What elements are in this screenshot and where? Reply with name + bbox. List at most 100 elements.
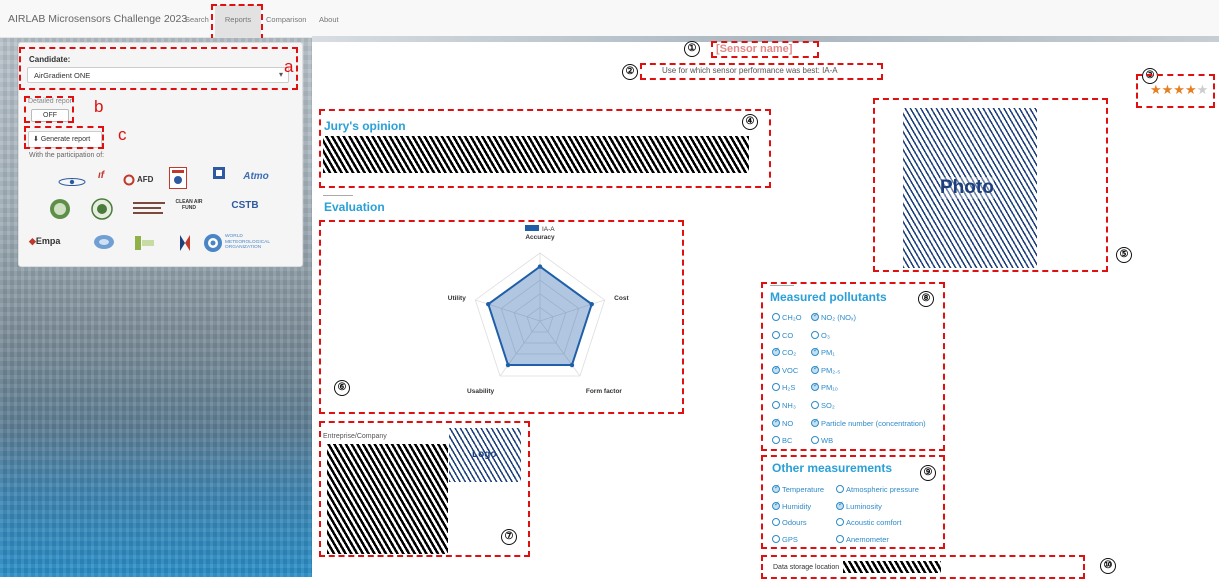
nav-about[interactable]: About <box>319 15 339 24</box>
annotation-box-reports <box>211 4 263 40</box>
nav-comparison[interactable]: Comparison <box>266 15 306 24</box>
partner-logo-clean-air-fund: CLEAN AIR FUND <box>175 199 203 211</box>
evaluation-title: Evaluation <box>324 200 385 214</box>
checked-circle-icon <box>772 417 780 427</box>
measurement-item: Atmospheric pressure <box>836 485 919 494</box>
partner-logo-afd: AFD <box>123 174 159 190</box>
unchecked-circle-icon <box>772 401 780 409</box>
radar-axis-label: Cost <box>614 295 629 302</box>
checked-circle-icon <box>772 346 780 357</box>
unchecked-circle-icon <box>772 313 780 321</box>
radar-data-point <box>569 362 575 368</box>
measurement-item: Humidity <box>772 500 812 511</box>
measured-pollutants-title: Measured pollutants <box>770 290 887 304</box>
pollutant-label: SO₂ <box>821 401 835 410</box>
nav-search[interactable]: Search <box>185 15 209 24</box>
rating-stars-filled: ★★★★ <box>1150 82 1197 97</box>
measurement-label: GPS <box>782 534 798 544</box>
partner-logo-afd-text: AFD <box>136 174 154 184</box>
partner-logo-wmo-emblem <box>203 233 223 253</box>
annotation-box-c <box>24 126 104 149</box>
pollutant-item: NH₃ <box>772 401 796 410</box>
checked-circle-icon <box>811 364 819 374</box>
partner-logo-gov <box>177 233 193 253</box>
partner-logo-cstb: CSTB <box>231 200 259 211</box>
annotation-number-7: ⑦ <box>501 529 517 545</box>
radar-data-point <box>486 301 491 307</box>
annotation-number-2: ② <box>622 64 638 80</box>
partner-logo-badge <box>93 234 115 250</box>
pollutant-item: WB <box>811 436 833 445</box>
checked-circle-icon <box>811 417 819 427</box>
radar-axis-label: Utility <box>448 295 466 302</box>
checked-circle-icon <box>811 346 819 357</box>
pollutant-label: CH₂O <box>782 313 802 322</box>
partner-logo-seal-1 <box>49 198 71 220</box>
partner-logo-wmo-text: WORLD METEOROLOGICAL ORGANIZATION <box>225 234 270 250</box>
measurement-item: Anemometer <box>836 534 889 544</box>
measurement-label: Anemometer <box>846 534 889 544</box>
measurement-label: Humidity <box>782 501 812 511</box>
jury-opinion-redacted <box>323 136 749 173</box>
measurement-label: Temperature <box>782 485 825 494</box>
unchecked-circle-icon <box>811 330 819 339</box>
annotation-number-9: ⑨ <box>920 465 936 481</box>
unchecked-circle-icon <box>836 518 844 526</box>
pollutant-label: CO <box>782 330 794 340</box>
measurement-label: Atmospheric pressure <box>846 485 919 494</box>
pollutant-label: H₂S <box>782 383 796 393</box>
checked-circle-icon <box>772 483 780 493</box>
company-label: Entreprise/Company <box>323 433 387 440</box>
radar-chart: Accuracy Cost Form factor Usability Utility I… <box>448 225 629 395</box>
unchecked-circle-icon <box>772 330 780 339</box>
pollutant-label: O₃ <box>821 330 830 340</box>
checked-circle-icon <box>836 500 844 510</box>
annotation-letter-a: a <box>284 57 294 76</box>
radar-series-area <box>487 265 593 367</box>
pollutant-label: NO <box>782 418 794 428</box>
checked-circle-icon <box>772 500 780 510</box>
pollutant-label: PM₂.₅ <box>821 365 841 375</box>
pollutant-label: NO₂ (NOₓ) <box>821 313 856 322</box>
empa-mark-icon: ◆ <box>29 236 36 246</box>
partner-logo-atmo-france <box>207 167 231 193</box>
pollutant-item: PM₁₀ <box>811 381 838 393</box>
rating-stars: ★★★★★ <box>1150 82 1208 98</box>
rating-star-empty: ★ <box>1196 82 1209 97</box>
checked-circle-icon <box>772 364 780 374</box>
annotation-box-b <box>24 96 74 123</box>
company-redacted <box>327 444 448 554</box>
annotation-number-10: ⑩ <box>1100 558 1116 574</box>
measurement-item: Luminosity <box>836 500 882 511</box>
measurement-label: Luminosity <box>846 501 882 511</box>
participation-label: With the participation of: <box>29 152 105 159</box>
pollutant-label: PM₁₀ <box>821 383 838 393</box>
pollutant-item: PM₂.₅ <box>811 364 841 375</box>
partner-logo-seal-2 <box>91 198 113 220</box>
unchecked-circle-icon <box>772 383 780 392</box>
pollutant-item: Particle number (concentration) <box>811 417 926 428</box>
radar-axis-label: Form factor <box>586 388 623 395</box>
annotation-letter-b: b <box>94 97 104 116</box>
top-navbar: AIRLAB Microsensors Challenge 2023 Searc… <box>0 0 1219 38</box>
pollutant-item: SO₂ <box>811 401 835 410</box>
pollutant-item: CO₂ <box>772 346 796 357</box>
pollutant-item: CO <box>772 330 794 340</box>
measurement-item: Temperature <box>772 483 825 494</box>
pollutant-label: VOC <box>782 365 799 375</box>
app-brand[interactable]: AIRLAB Microsensors Challenge 2023 <box>8 13 187 25</box>
radar-axis-label: Accuracy <box>525 234 555 241</box>
pollutant-item: CH₂O <box>772 313 802 322</box>
partner-logo-1 <box>57 177 87 187</box>
annotation-number-1: ① <box>684 41 700 57</box>
unchecked-circle-icon <box>772 436 780 445</box>
pollutant-item: PM₁ <box>811 346 835 357</box>
measurement-label: Acoustic comfort <box>846 518 902 527</box>
unchecked-circle-icon <box>836 534 844 543</box>
radar-data-point <box>505 362 511 368</box>
pollutant-label: Particle number (concentration) <box>821 418 926 428</box>
jury-opinion-title: Jury's opinion <box>324 119 406 133</box>
measurement-item: GPS <box>772 534 798 544</box>
partner-logo-empa-text: Empa <box>35 236 61 246</box>
measurement-label: Odours <box>782 518 807 527</box>
